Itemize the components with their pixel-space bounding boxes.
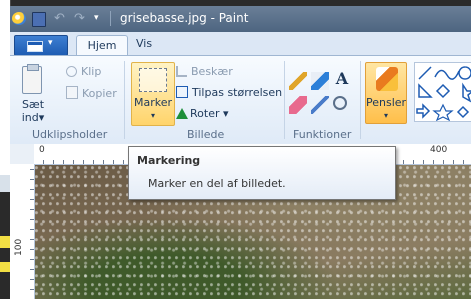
ruler-label: 0 — [39, 145, 45, 155]
paint-app-icon[interactable] — [12, 12, 26, 25]
resize-button[interactable]: Tilpas størrelsen — [176, 86, 282, 99]
tooltip-title: Markering — [137, 154, 201, 167]
background-yellow-strip — [0, 262, 10, 272]
brushes-label: Pensler — [366, 96, 407, 109]
ribbon: Sæt ind▾ Klip Kopier Udklipsholder Marke… — [10, 55, 471, 145]
crop-button[interactable]: Beskær — [176, 65, 233, 78]
clipboard-icon — [22, 64, 42, 94]
image-group-label: Billede — [187, 128, 225, 141]
menu-icon — [27, 41, 43, 52]
quick-access-dropdown-icon[interactable]: ▾ — [94, 12, 104, 25]
background-yellow-strip — [0, 236, 10, 248]
brushes-button[interactable]: Pensler ▾ — [365, 62, 407, 124]
rotate-button[interactable]: Roter ▾ — [176, 107, 229, 120]
chevron-down-icon: ▾ — [383, 111, 388, 120]
paint-menu-button[interactable]: ▾ — [14, 35, 68, 56]
group-separator — [360, 61, 361, 139]
ruler-label: 100 — [14, 238, 24, 256]
tab-view[interactable]: Vis — [136, 37, 152, 50]
brush-icon — [376, 67, 398, 91]
vertical-ruler: 100 — [10, 164, 35, 299]
fill-bucket-icon[interactable] — [311, 72, 329, 90]
text-icon[interactable]: A — [333, 70, 351, 88]
eraser-icon[interactable] — [289, 96, 307, 114]
chevron-down-icon: ▾ — [48, 38, 53, 48]
copy-icon — [66, 86, 78, 99]
redo-icon[interactable]: ↷ — [74, 12, 88, 25]
paste-label-line2: ind▾ — [21, 111, 45, 124]
paint-window: ↶ ↷ ▾ grisebasse.jpg - Paint ▾ Hjem Vis … — [10, 6, 471, 299]
magnifier-icon[interactable] — [333, 96, 347, 110]
window-title: grisebasse.jpg - Paint — [120, 11, 249, 25]
color-picker-icon[interactable] — [311, 96, 329, 114]
rotate-icon — [176, 108, 188, 119]
select-tooltip: Markering Marker en del af billedet. — [128, 146, 396, 200]
clipboard-group-label: Udklipsholder — [32, 128, 108, 141]
pencil-icon[interactable] — [289, 72, 307, 90]
title-separator — [110, 11, 111, 26]
tools-group-label: Funktioner — [293, 128, 352, 141]
title-bar: ↶ ↷ ▾ grisebasse.jpg - Paint — [10, 6, 471, 32]
undo-icon[interactable]: ↶ — [54, 12, 68, 25]
save-icon[interactable] — [32, 12, 46, 27]
select-label: Marker — [133, 96, 173, 109]
tooltip-body: Marker en del af billedet. — [148, 177, 286, 190]
ruler-corner — [10, 144, 35, 165]
group-separator — [124, 61, 125, 139]
select-button[interactable]: Marker ▾ — [131, 62, 175, 126]
scissors-icon — [66, 66, 77, 77]
shapes-gallery[interactable] — [414, 62, 471, 122]
ruler-label: 400 — [430, 145, 448, 155]
crop-icon — [176, 66, 187, 77]
cut-button[interactable]: Klip — [66, 65, 101, 78]
paste-label-line1: Sæt — [21, 98, 45, 111]
tab-home[interactable]: Hjem — [76, 35, 128, 57]
shapes-gallery-icons — [416, 66, 471, 122]
chevron-down-icon: ▾ — [150, 111, 155, 120]
ribbon-tab-row: ▾ Hjem Vis — [10, 32, 471, 57]
resize-icon — [176, 86, 188, 98]
paste-button[interactable]: Sæt ind▾ — [16, 62, 50, 124]
background-window-left-upper — [0, 0, 10, 175]
selection-rectangle-icon — [139, 68, 167, 92]
copy-button[interactable]: Kopier — [66, 86, 117, 100]
group-separator — [284, 61, 285, 139]
